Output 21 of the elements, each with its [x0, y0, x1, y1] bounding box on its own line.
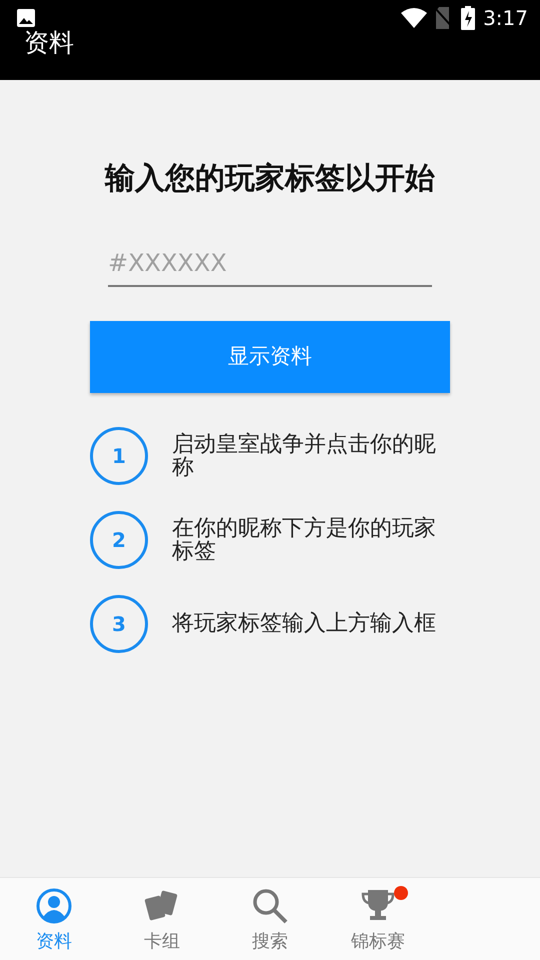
step-number: 3	[90, 595, 148, 653]
step-number: 1	[90, 427, 148, 485]
app-title: 资料	[24, 27, 74, 59]
step-number: 2	[90, 511, 148, 569]
search-icon	[252, 888, 288, 924]
wifi-icon	[401, 8, 428, 28]
player-tag-field[interactable]: #XXXXXX	[108, 241, 432, 287]
status-time: 3:17	[483, 5, 528, 32]
profile-icon	[36, 888, 72, 924]
notification-dot	[394, 886, 408, 900]
page-heading: 输入您的玩家标签以开始	[104, 162, 436, 195]
nav-tab[interactable]: 资料	[0, 878, 108, 960]
image-icon	[16, 8, 36, 28]
nav-tab[interactable]: 锦标赛	[324, 878, 432, 960]
nav-tab[interactable]: 搜索	[216, 878, 324, 960]
show-profile-button[interactable]: 显示资料	[90, 321, 450, 393]
step-text: 在你的昵称下方是你的玩家标签	[172, 516, 437, 564]
step-text: 将玩家标签输入上方输入框	[172, 612, 436, 636]
nav-tab[interactable]: 卡组	[108, 878, 216, 960]
battery-icon	[461, 6, 476, 30]
step-text: 启动皇室战争并点击你的昵称	[172, 432, 437, 480]
